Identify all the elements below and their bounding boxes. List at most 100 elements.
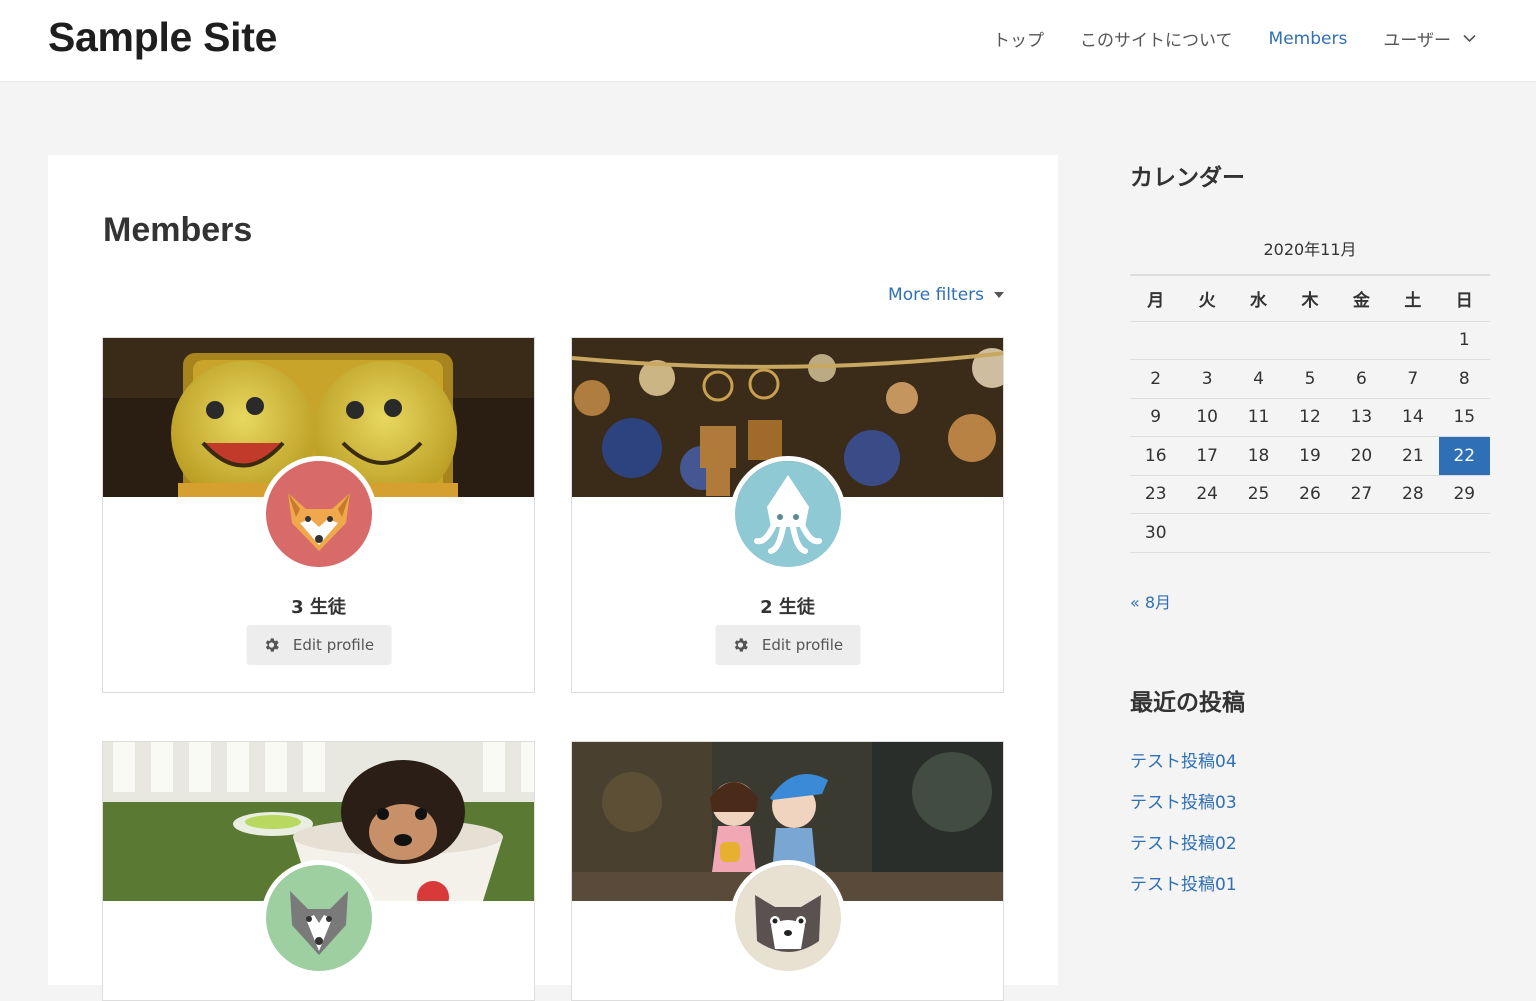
member-name[interactable]: 3 生徒 [103,593,534,619]
calendar-day: 21 [1387,436,1439,476]
site-title[interactable]: Sample Site [48,14,277,61]
weekday: 木 [1284,274,1336,322]
calendar-day: 24 [1181,475,1233,514]
main-nav: トップ このサイトについて Members ユーザー [957,26,1476,51]
calendar-day: 6 [1335,359,1388,399]
nav-label: トップ [993,31,1045,51]
members-content: Members More filters 3 生徒 Edit profile 2… [48,155,1058,1001]
calendar-day: 15 [1438,398,1490,437]
caret-down-icon [994,292,1004,298]
recent-post-link[interactable]: テスト投稿03 [1130,788,1490,813]
calendar-day [1181,321,1233,360]
more-filters-button[interactable]: More filters [888,285,1004,305]
calendar-day [1232,321,1285,360]
weekday: 金 [1335,274,1388,322]
chevron-down-icon [1463,34,1476,43]
calendar-day: 11 [1232,398,1285,437]
nav-label: このサイトについて [1080,31,1233,51]
calendar-day [1387,513,1439,553]
calendar-day: 5 [1284,359,1336,399]
calendar-day: 12 [1284,398,1336,437]
calendar-widget: カレンダー 2020年11月 月 火 水 木 金 土 日 1 2 3 4 5 6 7 8 9 10… [1130,158,1490,613]
calendar-day: 30 [1130,513,1182,553]
weekday: 土 [1387,274,1439,322]
calendar-day: 20 [1335,436,1388,476]
edit-profile-button[interactable]: Edit profile [715,625,860,665]
calendar-day: 17 [1181,436,1233,476]
member-card[interactable] [571,741,1004,1001]
nav-item-members[interactable]: Members [1269,29,1348,49]
weekday: 水 [1232,274,1285,322]
calendar-day: 2 [1130,359,1182,399]
gear-icon [735,638,749,652]
recent-post-link[interactable]: テスト投稿02 [1130,829,1490,854]
calendar-day: 27 [1335,475,1388,514]
avatar[interactable] [729,456,846,572]
calendar-day: 18 [1232,436,1285,476]
calendar-day [1438,513,1490,553]
calendar-day: 28 [1387,475,1439,514]
member-card[interactable] [102,741,535,1001]
calendar-day [1335,513,1388,553]
calendar-day: 9 [1130,398,1182,437]
calendar-day [1130,321,1182,360]
nav-item-about[interactable]: このサイトについて [1080,26,1233,51]
calendar-caption: 2020年11月 [1263,240,1357,259]
calendar-day: 3 [1181,359,1233,399]
calendar-day [1284,513,1336,553]
edit-profile-label: Edit profile [761,636,844,654]
calendar-week-row: 2345678 [1130,359,1490,399]
page-title: Members [103,211,253,249]
recent-post-link[interactable]: テスト投稿01 [1130,870,1490,895]
prev-month-link[interactable]: « 8月 [1130,589,1490,613]
more-filters-label: More filters [888,285,984,305]
weekday: 月 [1130,274,1182,322]
avatar[interactable] [260,456,377,572]
calendar-day: 8 [1438,359,1490,399]
gear-icon [266,638,280,652]
recent-posts-title: 最近の投稿 [1130,689,1245,716]
calendar-title: カレンダー [1130,165,1245,191]
calendar-day [1232,513,1285,553]
calendar-day: 13 [1335,398,1388,437]
calendar-week-row: 30 [1130,513,1490,553]
calendar-week-row: 9 10 11 12 13 14 15 [1130,398,1490,437]
weekday-row: 月 火 水 木 金 土 日 [1130,274,1490,322]
calendar-table: 月 火 水 木 金 土 日 1 2 3 4 5 6 7 8 9 10 11 12 13 14 15 16 17 1… [1130,274,1490,553]
edit-profile-button[interactable]: Edit profile [246,625,391,665]
calendar-week-row: 16 17 18 19 20 21 22 [1130,436,1490,476]
calendar-day [1284,321,1336,360]
calendar-body: 1 2 3 4 5 6 7 8 9 10 11 12 13 14 15 16 17 18 19 20 21 22 23 24 2… [1130,321,1490,553]
calendar-week-row: 1 [1130,321,1490,360]
calendar-day: 16 [1130,436,1182,476]
sidebar: カレンダー 2020年11月 月 火 水 木 金 土 日 1 2 3 4 5 6 7 8 9 10… [1130,155,1490,911]
calendar-day: 26 [1284,475,1336,514]
site-header: Sample Site トップ このサイトについて Members ユーザー [0,0,1536,82]
nav-label: Members [1268,28,1348,49]
edit-profile-label: Edit profile [292,636,375,654]
calendar-day: 7 [1387,359,1439,399]
calendar-day: 25 [1232,475,1285,514]
weekday: 日 [1438,274,1490,322]
avatar[interactable] [260,860,377,976]
nav-item-top[interactable]: トップ [993,26,1044,51]
calendar-day: 22 [1438,436,1490,476]
recent-post-link[interactable]: テスト投稿04 [1130,747,1490,772]
calendar-day: 4 [1232,359,1285,399]
recent-posts-list: テスト投稿04 テスト投稿03 テスト投稿02 テスト投稿01 [1130,747,1490,895]
weekday: 火 [1181,274,1233,322]
calendar-day [1387,321,1439,360]
nav-item-user[interactable]: ユーザー [1383,26,1476,51]
calendar-day: 29 [1438,475,1490,514]
calendar-day [1335,321,1388,360]
calendar-day: 23 [1130,475,1182,514]
calendar-day: 14 [1387,398,1439,437]
calendar-week-row: 23 24 25 26 27 28 29 [1130,475,1490,514]
member-card[interactable]: 2 生徒 Edit profile [571,337,1004,693]
avatar[interactable] [729,860,846,976]
calendar-day: 1 [1438,321,1490,360]
calendar-day: 10 [1181,398,1233,437]
member-card[interactable]: 3 生徒 Edit profile [102,337,535,693]
member-name[interactable]: 2 生徒 [572,593,1003,619]
nav-label: ユーザー [1383,31,1451,51]
